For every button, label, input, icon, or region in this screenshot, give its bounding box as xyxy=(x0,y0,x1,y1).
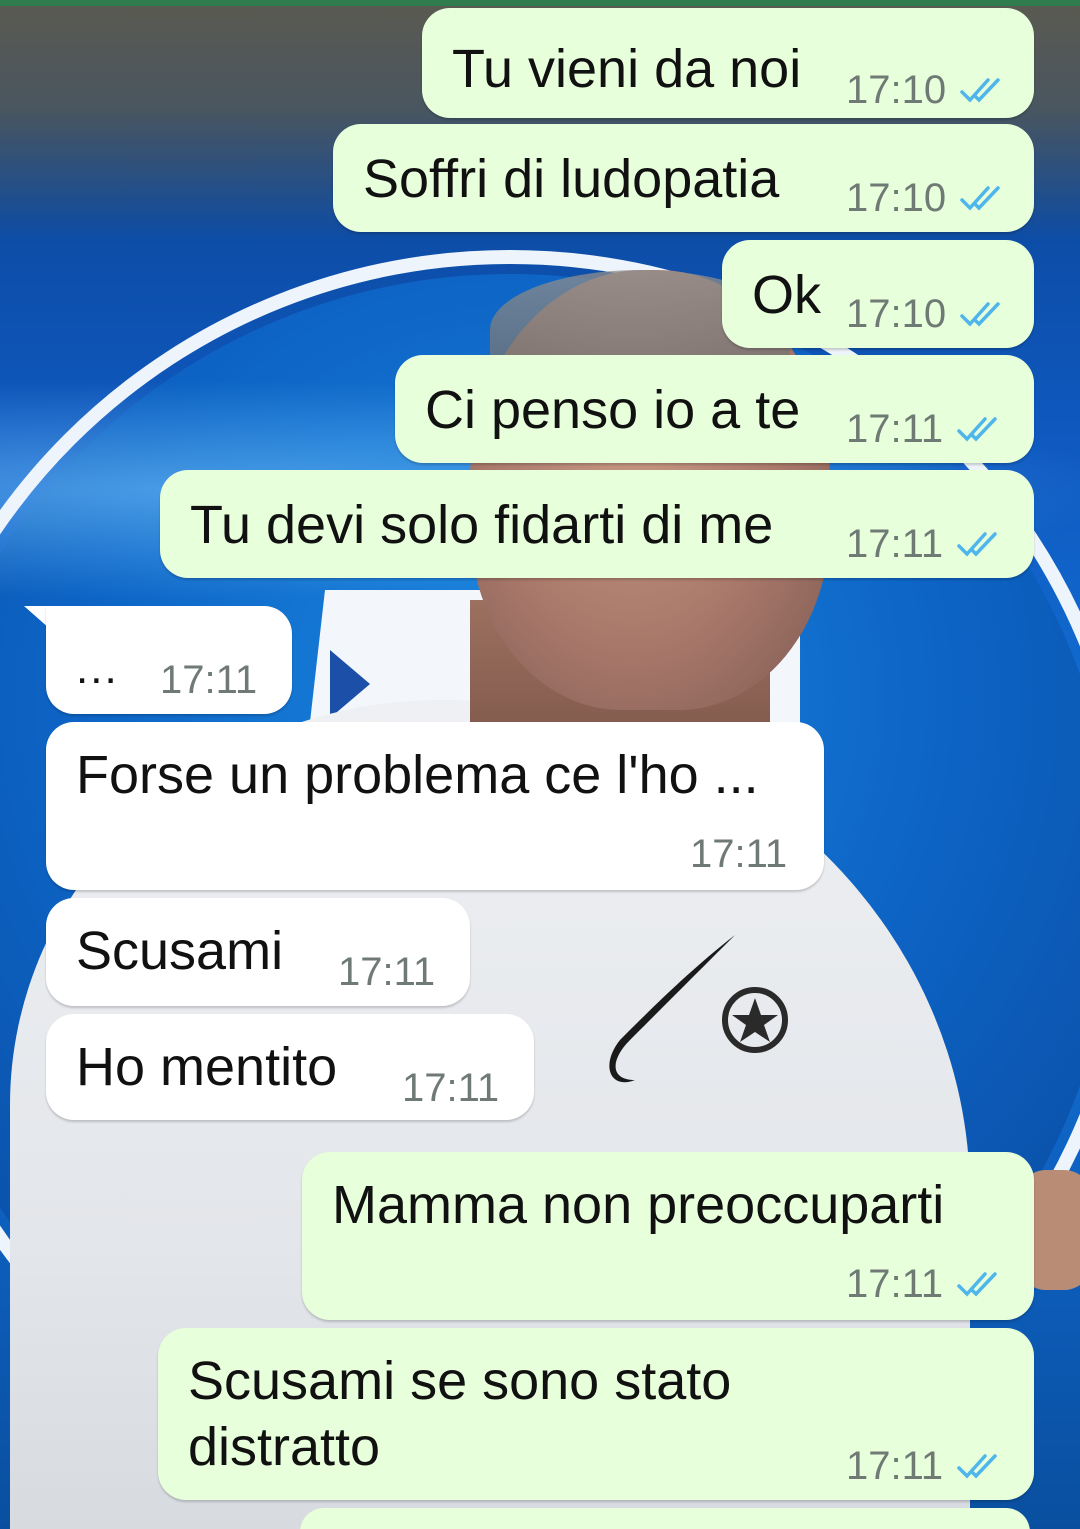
message-meta: 17:11 xyxy=(338,948,435,996)
message-text: Ok xyxy=(752,265,822,325)
message-meta: 17:10 xyxy=(846,290,1004,338)
message-text-line-2: distratto xyxy=(188,1417,381,1477)
double-check-icon xyxy=(957,532,997,557)
message-text: Soffri di ludopatia xyxy=(363,149,780,209)
double-check-icon xyxy=(960,78,1000,103)
message-meta: 17:11 xyxy=(846,520,1001,568)
message-incoming[interactable]: Forse un problema ce l'ho ... 17:11 xyxy=(46,722,824,890)
double-check-icon xyxy=(957,417,997,442)
message-time: 17:11 xyxy=(846,1444,944,1488)
message-time: 17:11 xyxy=(846,522,944,566)
double-check-icon xyxy=(960,186,1000,211)
message-text: ... xyxy=(76,644,119,693)
chat-thread: Tu vieni da noi 17:10 Soffri di ludopati… xyxy=(0,0,1080,1529)
message-time: 17:11 xyxy=(402,1066,500,1110)
message-time: 17:11 xyxy=(846,407,944,451)
message-time: 17:11 xyxy=(338,950,436,994)
message-time: 17:11 xyxy=(690,832,788,876)
message-text: Scusami xyxy=(76,921,284,981)
message-time: 17:10 xyxy=(846,176,947,220)
message-outgoing[interactable]: Tu vieni da noi 17:10 xyxy=(422,8,1034,118)
message-text-line-1: Scusami se sono stato xyxy=(188,1351,732,1411)
double-check-icon xyxy=(960,302,1000,327)
message-time: 17:10 xyxy=(846,68,947,112)
double-check-icon xyxy=(957,1272,997,1297)
message-incoming[interactable]: ... 17:11 xyxy=(46,606,292,714)
message-time: 17:11 xyxy=(846,1262,944,1306)
message-meta: 17:11 xyxy=(846,405,1001,453)
message-time: 17:11 xyxy=(160,658,258,702)
message-text: Tu vieni da noi xyxy=(452,39,802,99)
message-outgoing[interactable]: Soffri di ludopatia 17:10 xyxy=(333,124,1034,232)
message-text: Mamma non preoccuparti xyxy=(332,1175,945,1235)
message-outgoing[interactable]: Mamma non preoccuparti 17:11 xyxy=(302,1152,1034,1320)
message-outgoing[interactable]: Tu devi solo fidarti di me 17:11 xyxy=(160,470,1034,578)
double-check-icon xyxy=(957,1454,997,1479)
message-text: Tu devi solo fidarti di me xyxy=(190,495,774,555)
message-text: Forse un problema ce l'ho ... xyxy=(76,745,759,805)
message-meta: 17:10 xyxy=(846,174,1004,222)
message-incoming[interactable]: Scusami 17:11 xyxy=(46,898,470,1006)
message-incoming[interactable]: Ho mentito 17:11 xyxy=(46,1014,534,1120)
message-meta: 17:11 xyxy=(846,1442,1001,1490)
message-meta: 17:11 xyxy=(402,1064,499,1112)
message-meta: 17:10 xyxy=(846,66,1004,114)
message-outgoing-partial[interactable] xyxy=(300,1508,1030,1529)
message-outgoing[interactable]: Ci penso io a te 17:11 xyxy=(395,355,1034,463)
message-meta: 17:11 xyxy=(160,656,257,704)
message-meta: 17:11 xyxy=(846,1260,1001,1308)
message-time: 17:10 xyxy=(846,292,947,336)
message-text: Ci penso io a te xyxy=(425,380,801,440)
message-outgoing[interactable]: Scusami se sono stato distratto 17:11 xyxy=(158,1328,1034,1500)
message-outgoing[interactable]: Ok 17:10 xyxy=(722,240,1034,348)
message-text: Ho mentito xyxy=(76,1037,338,1097)
message-meta: 17:11 xyxy=(690,830,787,878)
